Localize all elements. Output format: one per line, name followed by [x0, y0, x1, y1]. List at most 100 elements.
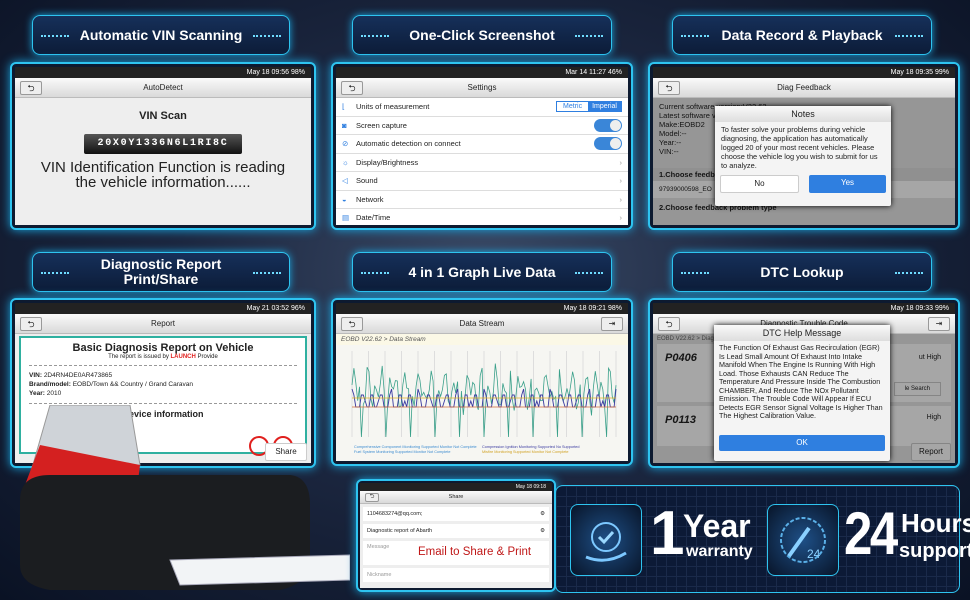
exit-button[interactable]: ⇥ — [928, 317, 950, 331]
title-graph: 4 in 1 Graph Live Data — [352, 252, 612, 292]
screen-title: Report — [150, 319, 175, 328]
status-bar: May 21 03:52 96% — [15, 303, 311, 314]
subject-field[interactable]: Diagnostic report of Abarth ⚙ — [363, 524, 549, 538]
setting-datetime[interactable]: ▤ Date/Time › — [336, 209, 628, 225]
back-button[interactable]: ⮌ — [658, 317, 680, 331]
title-dtc: DTC Lookup — [672, 252, 932, 292]
message-field[interactable]: Message Email to Share & Print — [363, 541, 549, 565]
warranty-number: 1 — [650, 499, 685, 568]
gear-icon[interactable]: ⚙ — [540, 511, 545, 517]
setting-label: Automatic detection on connect — [356, 139, 461, 149]
issued-text: Provide — [195, 354, 218, 360]
setting-label: Display/Brightness — [356, 157, 419, 167]
screen-title: Data Stream — [459, 319, 505, 328]
setting-label: Sound — [356, 176, 378, 186]
dialog-body: To faster solve your problems during veh… — [721, 125, 878, 170]
report-heading: Basic Diagnosis Report on Vehicle — [72, 342, 254, 354]
title-report: Diagnostic Report Print/Share — [32, 252, 290, 292]
metric-option[interactable]: Metric — [557, 102, 588, 111]
support-label: support — [899, 540, 970, 562]
wifi-icon: ◒ — [342, 194, 347, 204]
camera-icon: ◙ — [342, 120, 347, 130]
feedback-screen: May 18 09:35 99% ⮌ Diag Feedback Current … — [648, 62, 960, 230]
stream-screen: May 18 09:21 98% ⮌ Data Stream ⇥ EOBD V22.… — [331, 298, 633, 466]
gear-icon[interactable]: ⚙ — [540, 528, 545, 534]
back-button[interactable]: ⮌ — [341, 81, 363, 95]
email-value: 1104683274@qq.com; — [367, 511, 423, 517]
screen-title: AutoDetect — [143, 83, 183, 92]
no-button[interactable]: No — [720, 175, 799, 193]
vin-code: 20X0Y1336N6L1RI8C — [84, 134, 242, 154]
dtc-help-dialog: DTC Help Message The Function Of Exhaust… — [714, 325, 890, 461]
year-label: Year: — [29, 390, 47, 397]
subject-value: Diagnostic report of Abarth — [367, 528, 433, 534]
warranty-label: warranty — [686, 543, 753, 560]
back-button[interactable]: ⮌ — [20, 317, 42, 331]
status-bar: May 18 09:18 — [360, 483, 552, 491]
vin-heading: VIN Scan — [139, 110, 187, 122]
auto-detect-toggle[interactable] — [594, 137, 622, 151]
legend-item: Misfire Monitoring Supported Monitor Not… — [482, 450, 569, 454]
back-button[interactable]: ⮌ — [20, 81, 42, 95]
warranty-icon — [570, 504, 642, 576]
notes-dialog: Notes To faster solve your problems duri… — [715, 106, 891, 206]
title-record: Data Record & Playback — [672, 15, 932, 55]
setting-network[interactable]: ◒ Network › — [336, 190, 628, 209]
setting-label: Units of measurement — [356, 102, 430, 112]
detect-icon: ⊘ — [342, 139, 349, 149]
dialog-title: DTC Help Message — [714, 325, 890, 341]
vin-label: VIN: — [29, 372, 44, 379]
status-bar: May 18 09:56 98% — [15, 67, 311, 78]
svg-text:24: 24 — [807, 547, 821, 561]
status-bar: May 18 09:35 99% — [653, 67, 955, 78]
email-share-caption: Email to Share & Print — [418, 546, 532, 558]
setting-auto-detect: ⊘ Automatic detection on connect — [336, 135, 628, 154]
status-bar: May 18 09:21 98% — [336, 303, 628, 314]
exit-button[interactable]: ⇥ — [601, 317, 623, 331]
dialog-body: The Function Of Exhaust Gas Recirculatio… — [719, 343, 883, 420]
setting-sound[interactable]: ◁ Sound › — [336, 172, 628, 191]
legend-item: Fuel System Monitoring Supported Monitor… — [354, 450, 451, 454]
setting-label: Screen capture — [356, 120, 407, 130]
sound-icon: ◁ — [342, 176, 348, 186]
setting-units: ⌊ Units of measurement Metric Imperial — [336, 98, 628, 117]
nickname-field[interactable]: Nickname — [363, 568, 549, 582]
vin-value: 2D4RN4DE0AR473865 — [43, 372, 113, 379]
support-hours: Hours — [901, 508, 970, 538]
screen-capture-toggle[interactable] — [594, 118, 622, 132]
warranty-year: Year — [683, 508, 751, 544]
screen-title: Settings — [467, 83, 497, 92]
message-placeholder: Message — [367, 544, 390, 550]
dtc-screen: May 18 09:33 99% ⮌ Diagnostic Trouble Cod… — [648, 298, 960, 468]
status-bar: May 18 09:33 99% — [653, 303, 955, 314]
status-bar: Mar 14 11:27 46% — [336, 67, 628, 78]
printer-image — [20, 405, 350, 590]
email-field[interactable]: 1104683274@qq.com; ⚙ — [363, 507, 549, 521]
support-wrench-icon: 24 — [767, 504, 839, 576]
back-button[interactable]: ⮌ — [341, 317, 363, 331]
issued-text: The report is issued by — [108, 354, 171, 360]
chevron-right-icon: › — [619, 157, 623, 167]
ok-button[interactable]: OK — [719, 435, 885, 451]
setting-display[interactable]: ☼ Display/Brightness › — [336, 153, 628, 172]
back-button[interactable]: ⮌ — [658, 81, 680, 95]
title-screenshot: One-Click Screenshot — [352, 15, 612, 55]
brand-value: EOBD/Town && Country / Grand Caravan — [72, 381, 194, 388]
share-screen: May 18 09:18 ⮌ Share 1104683274@qq.com; ⚙ … — [356, 479, 556, 592]
live-data-graph — [351, 351, 617, 438]
setting-screen-capture: ◙ Screen capture — [336, 116, 628, 135]
support-number: 24 — [844, 500, 898, 567]
title-vin: Automatic VIN Scanning — [32, 15, 290, 55]
launch-brand: LAUNCH — [170, 354, 196, 360]
yes-button[interactable]: Yes — [809, 175, 886, 193]
chevron-right-icon: › — [619, 213, 623, 223]
brightness-icon: ☼ — [342, 157, 349, 167]
breadcrumb: EOBD V22.62 > Data Stream — [336, 334, 628, 345]
imperial-option[interactable]: Imperial — [588, 102, 621, 112]
brand-label: Brand/model: — [29, 381, 73, 388]
back-button[interactable]: ⮌ — [365, 493, 379, 502]
calendar-icon: ▤ — [342, 213, 350, 223]
screen-title: Diag Feedback — [777, 83, 831, 92]
printed-paper — [169, 554, 350, 586]
chevron-right-icon: › — [619, 194, 623, 204]
